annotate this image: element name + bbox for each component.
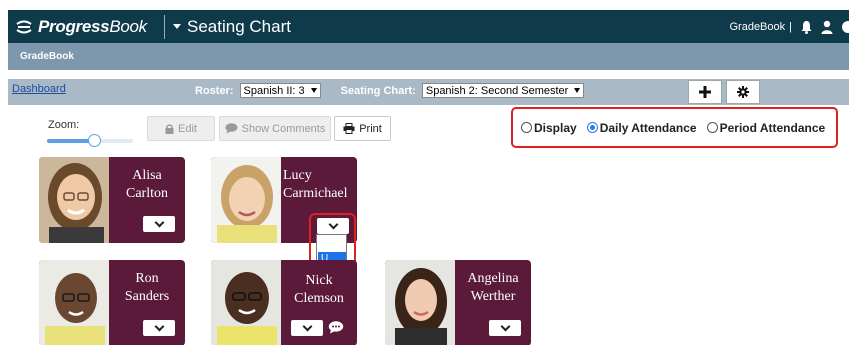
student-card[interactable]: Alisa Carlton [39,157,185,243]
student-name: Alisa Carlton [126,168,168,201]
print-button-label: Print [359,122,382,135]
radio-daily-attendance[interactable]: Daily Attendance [586,120,697,135]
zoom-slider[interactable] [47,134,133,147]
student-photo [211,260,281,345]
radio-display-dot[interactable] [521,122,532,133]
student-name: Lucy Carmichael [283,168,348,201]
radio-display-label: Display [534,120,577,135]
chevron-down-icon [500,321,510,331]
app-title: Seating Chart [187,16,291,36]
separator: | [789,20,792,33]
chevron-down-icon [154,321,164,331]
gear-icon [737,86,749,98]
student-name: Ron Sanders [124,271,170,304]
student-card[interactable]: Ron Sanders [39,260,185,345]
user-icon[interactable] [821,20,833,34]
dashboard-link[interactable]: Dashboard [12,83,66,95]
attendance-dropdown[interactable] [143,320,175,336]
roster-label: Roster: [195,84,234,97]
top-bar: ProgressBook Seating Chart GradeBook | [8,10,849,43]
show-comments-button[interactable]: Show Comments [219,116,331,141]
student-name: Nick Clemson [294,273,344,306]
toolbar: Dashboard Roster: Spanish II: 3 Seating … [8,79,849,105]
zoom-slider-fill [47,139,94,143]
chevron-down-icon [302,321,312,331]
logo-text: ProgressBook [38,16,147,36]
seating-chart-select-value: Spanish 2: Second Semester [425,84,569,97]
dropdown-option-blank[interactable] [318,236,346,250]
student-card[interactable]: Nick Clemson [211,260,357,345]
progressbook-logo-icon [16,20,32,33]
attendance-mode-group: Display Daily Attendance Period Attendan… [511,107,838,148]
student-photo [39,157,109,243]
comment-icon [225,123,238,134]
radio-period-attendance[interactable]: Period Attendance [706,120,826,135]
add-button[interactable] [688,80,722,104]
edit-button-label: Edit [178,122,197,135]
app-switcher[interactable]: Seating Chart [173,17,291,37]
student-name: Angelina Werther [467,271,519,304]
edit-button[interactable]: Edit [147,116,215,141]
caret-down-icon [173,24,181,29]
student-photo [211,157,281,243]
radio-daily-attendance-dot[interactable] [586,122,598,133]
zoom-slider-handle[interactable] [88,134,101,147]
caret-down-icon [310,88,317,93]
attendance-dropdown[interactable] [489,320,521,336]
print-button[interactable]: Print [334,116,391,141]
radio-period-attendance-label: Period Attendance [719,120,826,135]
radio-display[interactable]: Display [521,121,577,135]
printer-icon [343,123,355,134]
chevron-down-icon [154,217,164,227]
lock-icon [165,123,174,134]
header-divider [164,14,165,39]
seating-chart-app: ProgressBook Seating Chart GradeBook | G… [0,0,849,345]
module-bar: GradeBook [8,43,849,70]
show-comments-label: Show Comments [241,122,326,135]
bell-icon[interactable] [800,20,813,34]
help-icon[interactable] [841,20,849,34]
topbar-right: GradeBook | [729,20,849,34]
roster-select[interactable]: Spanish II: 3 [239,83,321,98]
attendance-dropdown[interactable] [143,216,175,232]
radio-daily-attendance-label: Daily Attendance [599,120,697,135]
seating-chart-select[interactable]: Spanish 2: Second Semester [421,83,585,98]
student-card[interactable]: Angelina Werther [385,260,531,345]
module-title: GradeBook [20,51,74,62]
zoom-label: Zoom: [48,119,80,131]
plus-icon [699,86,711,98]
settings-button[interactable] [726,80,760,104]
comment-icon[interactable] [328,321,344,334]
roster-select-value: Spanish II: 3 [243,84,305,97]
radio-period-attendance-dot[interactable] [706,122,718,133]
student-photo [39,260,109,345]
filters: Roster: Spanish II: 3 Seating Chart: Spa… [195,83,585,98]
caret-down-icon [574,88,581,93]
attendance-dropdown[interactable] [291,320,323,336]
progressbook-logo[interactable]: ProgressBook [8,10,158,43]
gradebook-link[interactable]: GradeBook [729,21,785,33]
seating-chart-label: Seating Chart: [340,84,416,97]
student-photo [385,260,455,345]
